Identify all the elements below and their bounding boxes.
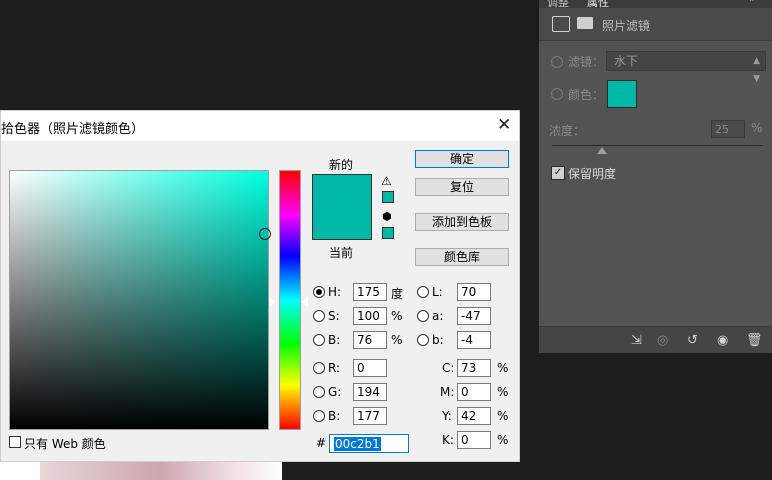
adjustment-layer-icon [552, 16, 570, 32]
color-radio[interactable] [551, 88, 563, 100]
r-radio[interactable] [313, 362, 325, 374]
a-input[interactable]: -47 [457, 307, 491, 325]
r-label: R: [328, 361, 341, 375]
new-color-label: 新的 [329, 158, 354, 172]
panel-tabs: 调整 属性 » [539, 0, 772, 9]
warning-icon[interactable]: ⚠ [381, 174, 392, 188]
lab-b-label: b: [432, 333, 444, 347]
k-input[interactable]: 0 [457, 431, 491, 449]
updown-arrow-icon: ▲ ▼ [753, 56, 760, 84]
color-field-marker[interactable] [259, 228, 271, 240]
h-input[interactable]: 175 [353, 283, 387, 301]
b-unit: % [391, 333, 403, 347]
k-unit: % [497, 433, 509, 447]
s-radio[interactable] [313, 310, 325, 322]
web-safe-swatch[interactable] [382, 227, 394, 239]
c-label: C: [442, 361, 455, 375]
g-input[interactable]: 194 [353, 383, 387, 401]
g-label: G: [328, 385, 342, 399]
h-unit: 度 [391, 287, 404, 301]
b-label: B: [328, 333, 341, 347]
mask-icon[interactable] [577, 17, 593, 29]
hue-arrow-right-icon[interactable] [301, 297, 308, 307]
k-label: K: [442, 433, 454, 447]
c-unit: % [497, 361, 509, 375]
density-label: 浓度： [549, 124, 586, 138]
m-input[interactable]: 0 [457, 383, 491, 401]
rgb-b-label: B: [328, 409, 341, 423]
reset-icon[interactable]: ↺ [687, 333, 698, 348]
a-radio[interactable] [417, 310, 429, 322]
gamut-swatch[interactable] [382, 191, 394, 203]
s-label: S: [328, 309, 340, 323]
r-input[interactable]: 0 [353, 359, 387, 377]
b-input[interactable]: 76 [353, 331, 387, 349]
density-input[interactable]: 25 [711, 120, 745, 138]
m-label: M: [440, 385, 455, 399]
color-field[interactable] [9, 170, 269, 430]
hex-value: 00c2b1 [334, 437, 381, 451]
density-slider-thumb[interactable] [597, 147, 607, 154]
canvas-image [0, 462, 282, 480]
color-picker-dialog: 拾色器（照片滤镜颜色） ✕ 新的 当前 ⚠ ⬢ 确定 复位 添加到色板 颜色库 … [0, 110, 520, 462]
add-to-swatches-button[interactable]: 添加到色板 [415, 213, 509, 231]
density-slider-track[interactable] [552, 145, 763, 146]
clip-to-layer-icon[interactable]: ⇲ [631, 333, 642, 348]
lab-b-radio[interactable] [417, 334, 429, 346]
h-radio[interactable] [313, 286, 325, 298]
filter-label: 滤镜： [568, 55, 605, 69]
cube-icon[interactable]: ⬢ [382, 210, 392, 223]
l-radio[interactable] [417, 286, 429, 298]
panel-header: 照片滤镜 [539, 8, 772, 41]
l-label: L: [432, 285, 443, 299]
density-unit: % [751, 121, 763, 135]
y-unit: % [497, 409, 509, 423]
view-previous-icon[interactable]: ◎ [657, 333, 668, 348]
filter-select-value: 水下 [614, 54, 639, 68]
g-radio[interactable] [313, 386, 325, 398]
web-only-checkbox[interactable] [9, 436, 21, 448]
lab-b-input[interactable]: -4 [457, 331, 491, 349]
dialog-title: 拾色器（照片滤镜颜色） [1, 122, 145, 137]
properties-panel: 调整 属性 » 照片滤镜 滤镜： 水下 ▲▼ 颜色： 浓度： 25 % ✓ 保留… [539, 0, 772, 353]
y-label: Y: [442, 409, 452, 423]
filter-select[interactable]: 水下 ▲ ▼ [606, 51, 766, 84]
c-input[interactable]: 73 [457, 359, 491, 377]
panel-footer: ⇲ ◎ ↺ ◉ 🗑 [539, 326, 772, 353]
panel-body: 照片滤镜 滤镜： 水下 ▲ ▼ 颜色： 浓度： 25 % ✓ 保留明度 ⇲ ◎ ↺… [539, 8, 772, 353]
a-label: a: [432, 309, 444, 323]
color-label: 颜色： [568, 88, 605, 102]
hue-slider[interactable] [279, 170, 301, 430]
preserve-luminosity-checkbox[interactable]: ✓ [551, 166, 565, 180]
dialog-titlebar: 拾色器（照片滤镜颜色） ✕ [1, 111, 519, 141]
reset-button[interactable]: 复位 [415, 178, 509, 196]
panel-title: 照片滤镜 [602, 19, 651, 33]
panel-menu-icon[interactable]: » [749, 0, 756, 5]
s-unit: % [391, 309, 403, 323]
web-only-label: 只有 Web 颜色 [24, 437, 106, 451]
s-input[interactable]: 100 [353, 307, 387, 325]
hex-input[interactable]: 00c2b1 [329, 434, 409, 453]
color-libraries-button[interactable]: 颜色库 [415, 248, 509, 266]
filter-color-swatch[interactable] [607, 80, 637, 108]
hex-label: # [316, 436, 327, 450]
rgb-b-input[interactable]: 177 [353, 407, 387, 425]
close-icon[interactable]: ✕ [497, 115, 511, 135]
preserve-luminosity-label: 保留明度 [568, 167, 617, 181]
rgb-b-radio[interactable] [313, 410, 325, 422]
b-radio[interactable] [313, 334, 325, 346]
trash-icon[interactable]: 🗑 [746, 333, 763, 348]
current-color-label: 当前 [329, 246, 354, 260]
y-input[interactable]: 42 [457, 407, 491, 425]
m-unit: % [497, 385, 509, 399]
new-current-swatch [312, 174, 372, 240]
visibility-eye-icon[interactable]: ◉ [717, 333, 728, 348]
hue-arrow-left-icon[interactable] [269, 297, 276, 307]
ok-button[interactable]: 确定 [415, 150, 509, 168]
filter-radio[interactable] [551, 56, 563, 68]
h-label: H: [328, 285, 342, 299]
l-input[interactable]: 70 [457, 283, 491, 301]
